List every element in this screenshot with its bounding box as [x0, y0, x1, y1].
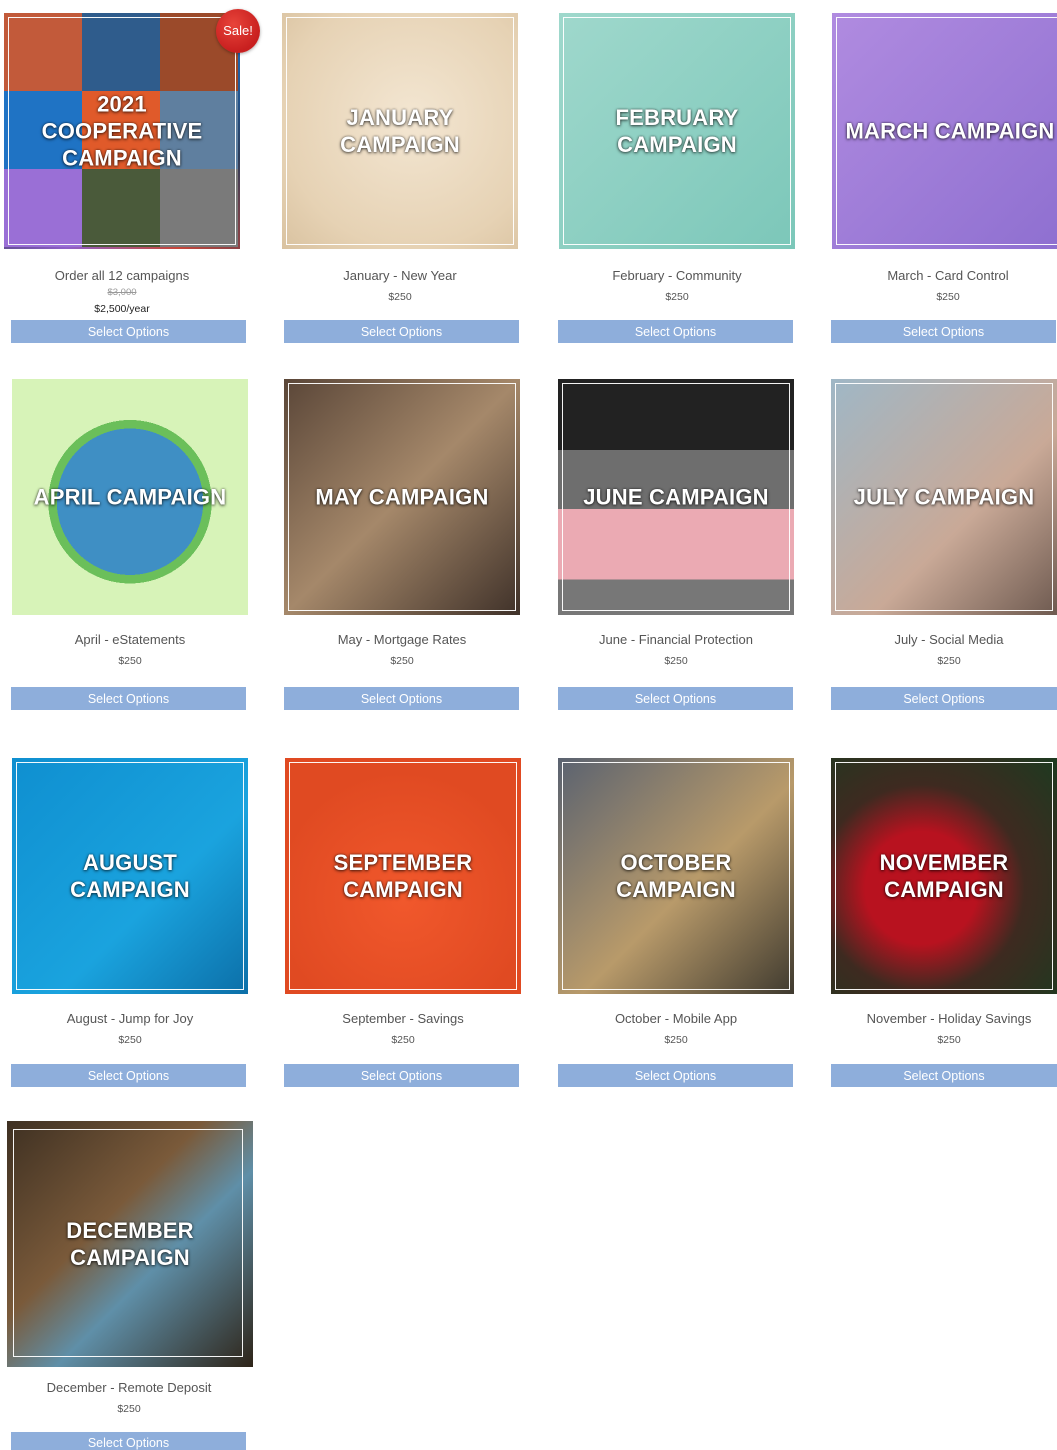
- image-title: OCTOBER CAMPAIGN: [616, 850, 736, 902]
- image-title: SEPTEMBER CAMPAIGN: [333, 850, 473, 902]
- product-name[interactable]: June - Financial Protection: [558, 632, 794, 647]
- product-price: $250: [937, 1034, 961, 1046]
- product-price: $250: [665, 291, 689, 303]
- select-options-button[interactable]: Select Options: [558, 687, 793, 710]
- product-image[interactable]: NOVEMBER CAMPAIGN: [831, 758, 1057, 994]
- sale-badge: Sale!: [216, 9, 260, 53]
- product-image[interactable]: APRIL CAMPAIGN: [12, 379, 248, 615]
- product-image[interactable]: FEBRUARY CAMPAIGN: [559, 13, 795, 249]
- product-image[interactable]: SEPTEMBER CAMPAIGN: [285, 758, 521, 994]
- product-image[interactable]: OCTOBER CAMPAIGN: [558, 758, 794, 994]
- select-options-button[interactable]: Select Options: [831, 320, 1056, 343]
- image-title: JULY CAMPAIGN: [853, 484, 1035, 510]
- image-title: MARCH CAMPAIGN: [845, 118, 1055, 144]
- product-price: $250: [117, 1403, 141, 1415]
- product-name[interactable]: November - Holiday Savings: [831, 1011, 1057, 1026]
- select-options-button[interactable]: Select Options: [284, 320, 519, 343]
- product-image[interactable]: MAY CAMPAIGN: [284, 379, 520, 615]
- product-name[interactable]: December - Remote Deposit: [7, 1380, 251, 1395]
- product-price: $2,500/year: [94, 303, 150, 315]
- product-name[interactable]: March - Card Control: [830, 268, 1057, 283]
- product-price: $250: [391, 1034, 415, 1046]
- product-price: $250: [937, 655, 961, 667]
- select-options-button[interactable]: Select Options: [11, 1432, 246, 1450]
- select-options-button[interactable]: Select Options: [284, 687, 519, 710]
- select-options-button[interactable]: Select Options: [558, 320, 793, 343]
- product-image[interactable]: 2021 COOPERATIVE CAMPAIGN: [4, 13, 240, 249]
- product-name[interactable]: May - Mortgage Rates: [284, 632, 520, 647]
- select-options-button[interactable]: Select Options: [11, 687, 246, 710]
- image-title: FEBRUARY CAMPAIGN: [615, 105, 739, 157]
- product-price: $250: [664, 1034, 688, 1046]
- old-price: $3,000: [107, 287, 137, 298]
- product-image[interactable]: AUGUST CAMPAIGN: [12, 758, 248, 994]
- product-image[interactable]: MARCH CAMPAIGN: [832, 13, 1057, 249]
- select-options-button[interactable]: Select Options: [831, 1064, 1057, 1087]
- product-image[interactable]: JANUARY CAMPAIGN: [282, 13, 518, 249]
- image-title: NOVEMBER CAMPAIGN: [879, 850, 1009, 902]
- product-name[interactable]: April - eStatements: [12, 632, 248, 647]
- product-name[interactable]: October - Mobile App: [558, 1011, 794, 1026]
- product-name[interactable]: February - Community: [559, 268, 795, 283]
- select-options-button[interactable]: Select Options: [284, 1064, 519, 1087]
- select-options-button[interactable]: Select Options: [831, 687, 1057, 710]
- product-name[interactable]: August - Jump for Joy: [12, 1011, 248, 1026]
- product-image[interactable]: JULY CAMPAIGN: [831, 379, 1057, 615]
- product-image[interactable]: DECEMBER CAMPAIGN: [7, 1121, 253, 1367]
- product-name[interactable]: September - Savings: [285, 1011, 521, 1026]
- product-price: $250: [664, 655, 688, 667]
- image-title: DECEMBER CAMPAIGN: [66, 1218, 194, 1270]
- image-title: MAY CAMPAIGN: [315, 484, 489, 510]
- select-options-button[interactable]: Select Options: [11, 320, 246, 343]
- image-title: 2021 COOPERATIVE CAMPAIGN: [41, 91, 203, 171]
- product-image[interactable]: JUNE CAMPAIGN: [558, 379, 794, 615]
- product-price: $250: [118, 655, 142, 667]
- image-title: JUNE CAMPAIGN: [583, 484, 769, 510]
- product-price: $250: [390, 655, 414, 667]
- image-title: JANUARY CAMPAIGN: [340, 105, 460, 157]
- image-title: AUGUST CAMPAIGN: [70, 850, 190, 902]
- product-price: $250: [936, 291, 960, 303]
- image-title: APRIL CAMPAIGN: [33, 484, 227, 510]
- product-name[interactable]: Order all 12 campaigns: [4, 268, 240, 283]
- product-price: $250: [118, 1034, 142, 1046]
- product-name[interactable]: July - Social Media: [831, 632, 1057, 647]
- select-options-button[interactable]: Select Options: [11, 1064, 246, 1087]
- product-price: $250: [388, 291, 412, 303]
- product-name[interactable]: January - New Year: [282, 268, 518, 283]
- select-options-button[interactable]: Select Options: [558, 1064, 793, 1087]
